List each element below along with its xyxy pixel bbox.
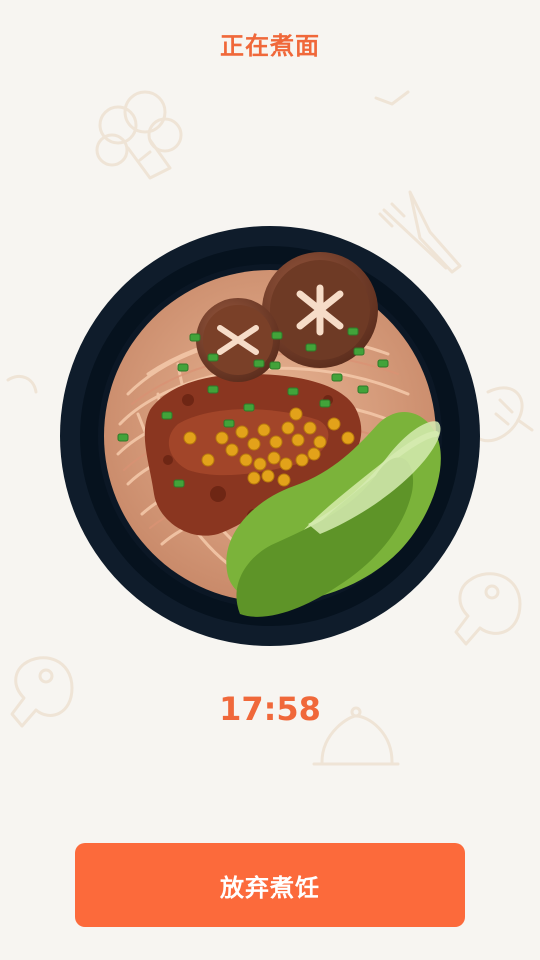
shrimp-icon bbox=[476, 386, 534, 443]
noodle-bowl-illustration bbox=[60, 226, 480, 646]
cooking-screen: 正在煮面 17:58 放弃煮饪 bbox=[0, 0, 540, 960]
page-title: 正在煮面 bbox=[220, 32, 320, 60]
countdown-timer: 17:58 bbox=[219, 690, 321, 728]
broccoli-icon bbox=[95, 90, 183, 180]
abandon-cooking-button[interactable]: 放弃煮饪 bbox=[75, 843, 465, 927]
